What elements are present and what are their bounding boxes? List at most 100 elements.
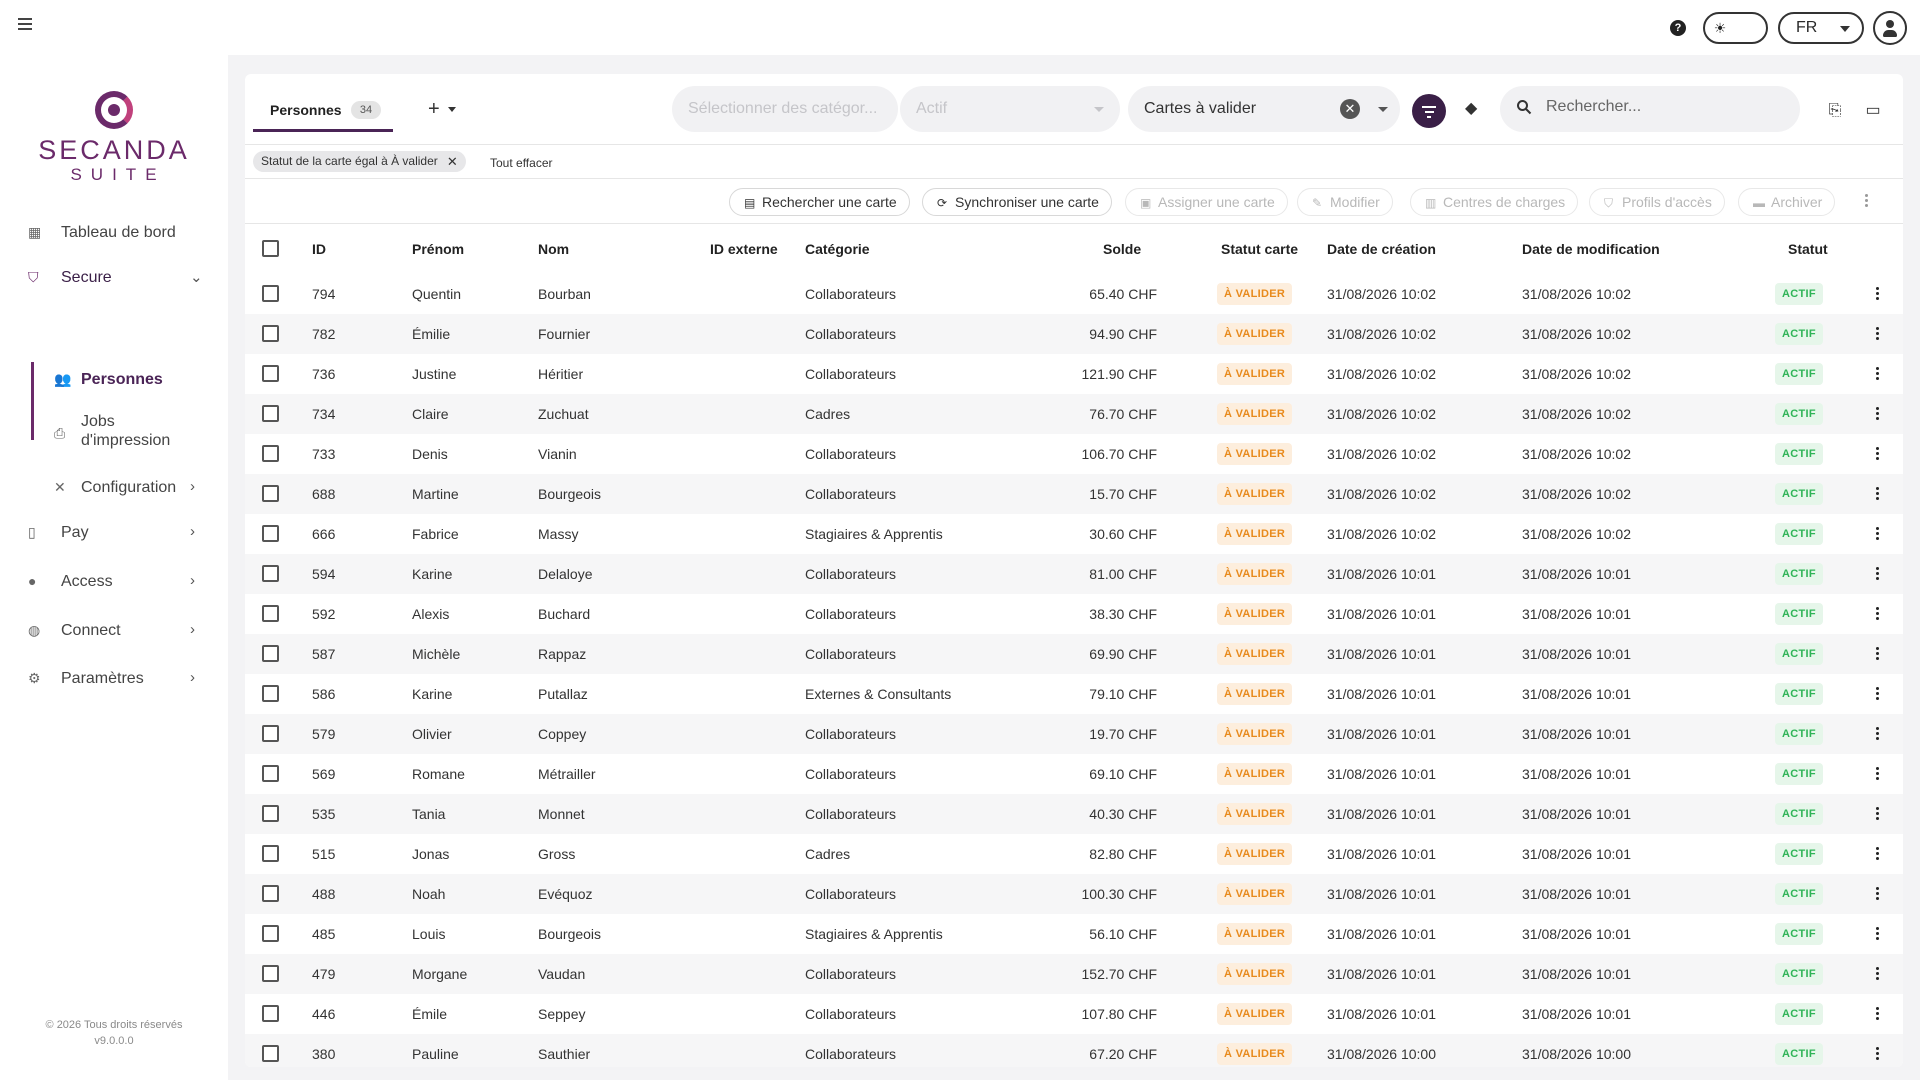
- row-menu-icon[interactable]: [1876, 1047, 1880, 1062]
- table-row[interactable]: 579 Olivier Coppey Collaborateurs 19.70 CHF À…: [245, 714, 1903, 754]
- table-row[interactable]: 594 Karine Delaloye Collaborateurs 81.00 CHF…: [245, 554, 1903, 594]
- row-checkbox[interactable]: [262, 285, 279, 302]
- row-menu-icon[interactable]: [1876, 447, 1880, 462]
- sidebar-item-secure[interactable]: ⛉ Secure ⌄: [0, 259, 228, 295]
- sidebar-item-configuration[interactable]: ✕ Configuration ›: [0, 469, 228, 505]
- row-checkbox[interactable]: [262, 1045, 279, 1062]
- table-row[interactable]: 688 Martine Bourgeois Collaborateurs 15.70 C…: [245, 474, 1903, 514]
- column-header[interactable]: Statut carte: [1221, 241, 1298, 257]
- category-select[interactable]: Sélectionner des catégor...: [672, 86, 898, 132]
- row-checkbox[interactable]: [262, 725, 279, 742]
- sidebar-item-pay[interactable]: ▯ Pay ›: [0, 514, 228, 550]
- row-menu-icon[interactable]: [1876, 887, 1880, 902]
- row-menu-icon[interactable]: [1876, 567, 1880, 582]
- column-header[interactable]: Date de modification: [1522, 241, 1660, 257]
- sidebar-item-access[interactable]: ● Access ›: [0, 563, 228, 599]
- cost-centers-button[interactable]: ▥ Centres de charges: [1410, 188, 1579, 216]
- card-status-select[interactable]: Cartes à valider ✕: [1128, 86, 1400, 132]
- row-checkbox[interactable]: [262, 765, 279, 782]
- sidebar-item-dashboard[interactable]: ▦ Tableau de bord: [0, 214, 228, 250]
- sidebar-item-print-jobs[interactable]: ⎙ Jobs d'impression: [0, 410, 228, 458]
- row-checkbox[interactable]: [262, 565, 279, 582]
- add-tab-button[interactable]: +: [428, 98, 456, 121]
- user-account-button[interactable]: [1873, 11, 1907, 45]
- filter-button[interactable]: [1412, 94, 1446, 128]
- menu-icon[interactable]: [18, 18, 32, 30]
- clear-icon[interactable]: ✕: [1340, 99, 1360, 119]
- help-icon[interactable]: ?: [1670, 20, 1686, 36]
- column-header[interactable]: Solde: [1103, 241, 1141, 257]
- table-row[interactable]: 488 Noah Evéquoz Collaborateurs 100.30 CHF À …: [245, 874, 1903, 914]
- table-row[interactable]: 666 Fabrice Massy Stagiaires & Apprentis 30.…: [245, 514, 1903, 554]
- row-checkbox[interactable]: [262, 605, 279, 622]
- column-header[interactable]: Nom: [538, 241, 569, 257]
- search-card-button[interactable]: ▤ Rechercher une carte: [729, 188, 910, 216]
- table-row[interactable]: 587 Michèle Rappaz Collaborateurs 69.90 CHF À…: [245, 634, 1903, 674]
- sidebar-item-connect[interactable]: ◍ Connect ›: [0, 612, 228, 648]
- table-row[interactable]: 736 Justine Héritier Collaborateurs 121.90 C…: [245, 354, 1903, 394]
- sidebar-item-settings[interactable]: ⚙ Paramètres ›: [0, 660, 228, 696]
- row-checkbox[interactable]: [262, 805, 279, 822]
- row-checkbox[interactable]: [262, 685, 279, 702]
- table-row[interactable]: 734 Claire Zuchuat Cadres 76.70 CHF À VALIDER…: [245, 394, 1903, 434]
- table-row[interactable]: 586 Karine Putallaz Externes & Consultants 7…: [245, 674, 1903, 714]
- archive-button[interactable]: ▬ Archiver: [1738, 188, 1836, 216]
- column-header[interactable]: Catégorie: [805, 241, 870, 257]
- sync-card-button[interactable]: ⟳ Synchroniser une carte: [922, 188, 1112, 216]
- table-row[interactable]: 479 Morgane Vaudan Collaborateurs 152.70 CHF…: [245, 954, 1903, 994]
- row-checkbox[interactable]: [262, 405, 279, 422]
- row-menu-icon[interactable]: [1876, 327, 1880, 342]
- row-checkbox[interactable]: [262, 885, 279, 902]
- row-checkbox[interactable]: [262, 485, 279, 502]
- row-menu-icon[interactable]: [1876, 287, 1880, 302]
- row-menu-icon[interactable]: [1876, 367, 1880, 382]
- row-checkbox[interactable]: [262, 525, 279, 542]
- columns-icon[interactable]: ▭: [1864, 102, 1882, 120]
- column-header[interactable]: Statut: [1788, 241, 1828, 257]
- row-checkbox[interactable]: [262, 965, 279, 982]
- table-row[interactable]: 380 Pauline Sauthier Collaborateurs 67.20 CH…: [245, 1034, 1903, 1067]
- tab-personnes[interactable]: Personnes 34: [253, 92, 393, 132]
- table-row[interactable]: 592 Alexis Buchard Collaborateurs 38.30 CHF À…: [245, 594, 1903, 634]
- access-profiles-button[interactable]: ⛉ Profils d'accès: [1589, 188, 1725, 216]
- row-checkbox[interactable]: [262, 365, 279, 382]
- modify-button[interactable]: ✎ Modifier: [1297, 188, 1393, 216]
- select-all-checkbox[interactable]: [262, 240, 279, 257]
- row-menu-icon[interactable]: [1876, 847, 1880, 862]
- row-checkbox[interactable]: [262, 645, 279, 662]
- row-menu-icon[interactable]: [1876, 607, 1880, 622]
- language-select[interactable]: FR: [1778, 12, 1864, 44]
- table-row[interactable]: 569 Romane Métrailler Collaborateurs 69.10 C…: [245, 754, 1903, 794]
- row-menu-icon[interactable]: [1876, 407, 1880, 422]
- sidebar-item-personnes[interactable]: 👥 Personnes: [0, 361, 228, 397]
- row-checkbox[interactable]: [262, 845, 279, 862]
- row-menu-icon[interactable]: [1876, 767, 1880, 782]
- row-checkbox[interactable]: [262, 445, 279, 462]
- column-header[interactable]: Date de création: [1327, 241, 1436, 257]
- column-header[interactable]: ID externe: [710, 241, 778, 257]
- table-row[interactable]: 733 Denis Vianin Collaborateurs 106.70 CHF À …: [245, 434, 1903, 474]
- table-row[interactable]: 794 Quentin Bourban Collaborateurs 65.40 CHF…: [245, 274, 1903, 314]
- search-input[interactable]: [1546, 98, 1786, 116]
- table-row[interactable]: 535 Tania Monnet Collaborateurs 40.30 CHF À V…: [245, 794, 1903, 834]
- row-menu-icon[interactable]: [1876, 927, 1880, 942]
- table-row[interactable]: 446 Émile Seppey Collaborateurs 107.80 CHF À …: [245, 994, 1903, 1034]
- column-header[interactable]: Prénom: [412, 241, 464, 257]
- row-menu-icon[interactable]: [1876, 727, 1880, 742]
- theme-toggle[interactable]: ☀: [1703, 12, 1768, 44]
- assign-card-button[interactable]: ▣ Assigner une carte: [1125, 188, 1288, 216]
- row-checkbox[interactable]: [262, 925, 279, 942]
- more-actions-icon[interactable]: [1865, 194, 1869, 209]
- status-select[interactable]: Actif: [900, 86, 1120, 132]
- row-menu-icon[interactable]: [1876, 487, 1880, 502]
- row-checkbox[interactable]: [262, 1005, 279, 1022]
- row-checkbox[interactable]: [262, 325, 279, 342]
- column-header[interactable]: ID: [312, 241, 326, 257]
- table-row[interactable]: 782 Émilie Fournier Collaborateurs 94.90 CHF…: [245, 314, 1903, 354]
- table-row[interactable]: 515 Jonas Gross Cadres 82.80 CHF À VALIDER 31/…: [245, 834, 1903, 874]
- row-menu-icon[interactable]: [1876, 687, 1880, 702]
- search-box[interactable]: [1500, 86, 1800, 132]
- eraser-icon[interactable]: ◆: [1465, 101, 1481, 117]
- row-menu-icon[interactable]: [1876, 967, 1880, 982]
- row-menu-icon[interactable]: [1876, 1007, 1880, 1022]
